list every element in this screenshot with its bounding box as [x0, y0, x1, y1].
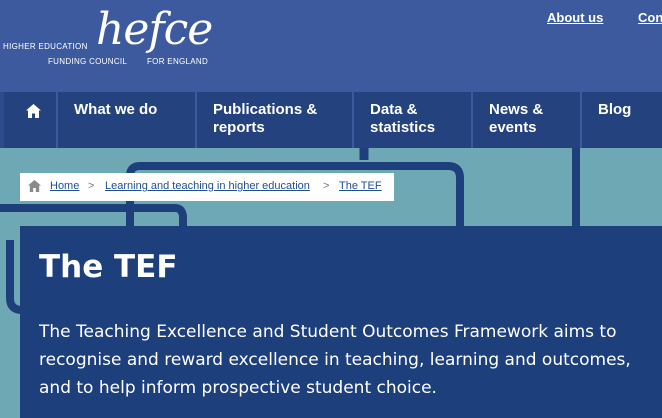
breadcrumb-the-tef[interactable]: The TEF: [339, 180, 382, 192]
breadcrumb-home[interactable]: Home: [50, 180, 79, 192]
nav-item-label: Publications & reports: [213, 101, 318, 136]
breadcrumb-learning-teaching[interactable]: Learning and teaching in higher educatio…: [105, 180, 310, 192]
page-title: The TEF: [39, 249, 178, 285]
contact-link[interactable]: Con: [638, 10, 662, 25]
about-us-link[interactable]: About us: [547, 10, 603, 25]
breadcrumb: Home > Learning and teaching in higher e…: [20, 173, 394, 201]
nav-item-label: What we do: [74, 101, 158, 118]
intro-text: The Teaching Excellence and Student Outc…: [39, 322, 631, 398]
logo-wordmark: hefce: [96, 4, 213, 55]
logo-text-line3: FOR ENGLAND: [147, 57, 209, 66]
home-icon: [28, 180, 41, 192]
main-nav: What we do Publications & reports Data &…: [0, 92, 662, 148]
nav-item-label: Blog: [598, 101, 632, 118]
logo-text-line2: FUNDING COUNCIL: [48, 57, 128, 66]
nav-news-events[interactable]: News & events: [473, 92, 582, 148]
nav-data-statistics[interactable]: Data & statistics: [354, 92, 473, 148]
nav-publications-reports[interactable]: Publications & reports: [197, 92, 354, 148]
logo-text-line1: HIGHER EDUCATION: [3, 42, 88, 51]
nav-blog[interactable]: Blog: [582, 92, 662, 148]
nav-item-label: News & events: [489, 101, 544, 136]
home-icon: [26, 104, 41, 118]
nav-what-we-do[interactable]: What we do: [58, 92, 236, 148]
breadcrumb-separator: >: [323, 180, 330, 192]
breadcrumb-separator: >: [88, 180, 95, 192]
main-content-panel: The TEF The Teaching Excellence and Stud…: [20, 226, 662, 418]
site-header: hefce HIGHER EDUCATION FUNDING COUNCIL F…: [0, 0, 662, 92]
nav-item-label: Data & statistics: [370, 101, 436, 136]
nav-home[interactable]: [4, 92, 58, 148]
